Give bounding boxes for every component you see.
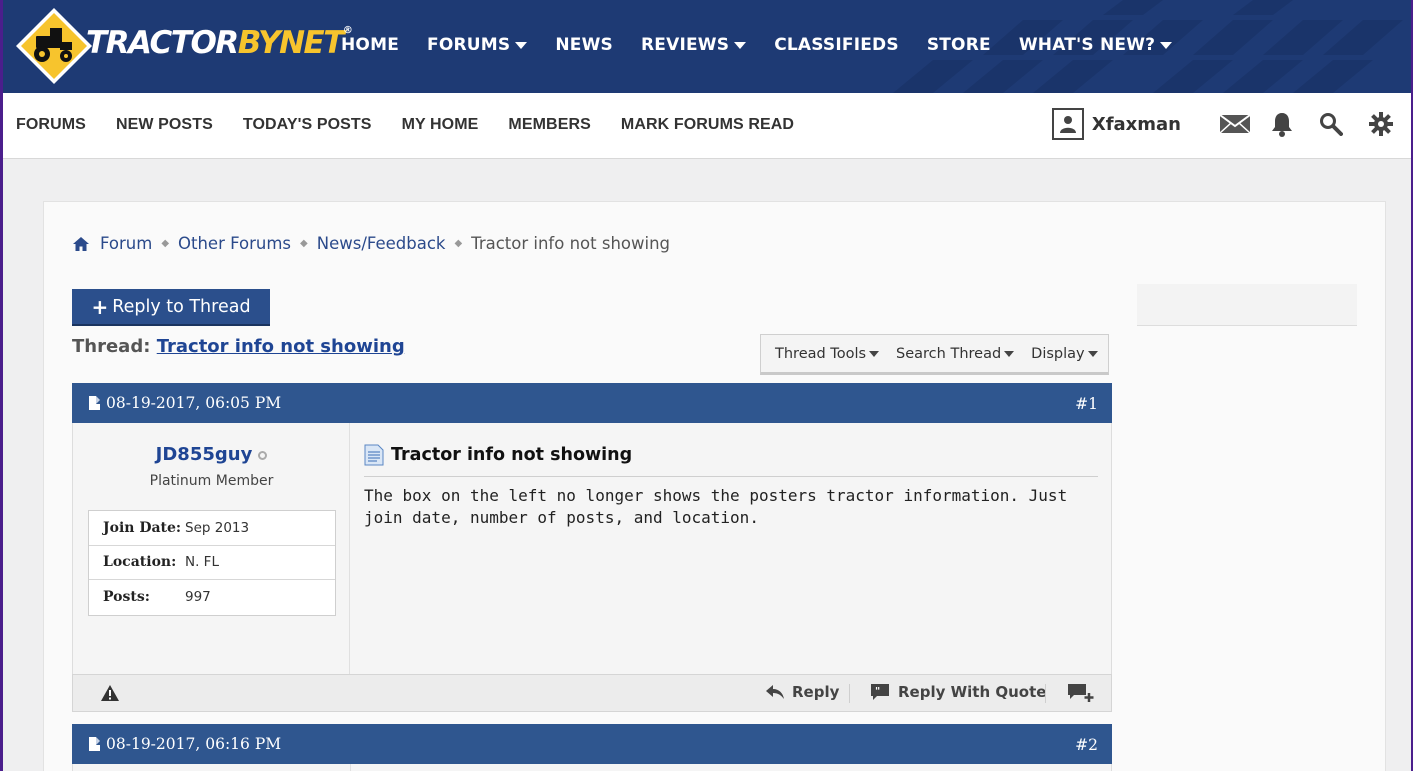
multi-quote-icon[interactable]: [1067, 683, 1095, 707]
post-date: 08-19-2017, 06:05 PM: [106, 394, 282, 412]
offline-status-icon: [258, 450, 268, 460]
nav-reviews[interactable]: REVIEWS: [641, 35, 747, 55]
document-icon: [89, 396, 100, 410]
tractor-logo-icon: [16, 8, 92, 84]
post-header: 08-19-2017, 06:05 PM #1: [72, 383, 1112, 423]
display-dropdown[interactable]: Display: [1031, 346, 1098, 362]
chevron-down-icon: [869, 350, 880, 357]
thread-title: Thread: Tractor info not showing: [72, 336, 405, 357]
search-icon[interactable]: [1319, 112, 1343, 136]
divider: [1045, 684, 1046, 703]
stat-label: Location:: [103, 554, 177, 571]
user-tools: Xfaxman: [1051, 108, 1393, 140]
user-stat-row: Location: N. FL: [89, 546, 335, 580]
divider: [849, 684, 850, 703]
stat-value: N. FL: [185, 554, 219, 571]
stat-value: 997: [185, 589, 211, 606]
nav-whats-new[interactable]: WHAT'S NEW?: [1019, 35, 1173, 55]
post-header: 08-19-2017, 06:16 PM #2: [72, 724, 1112, 764]
plus-icon: +: [91, 294, 109, 319]
post-user-info: JD855guy Platinum Member Join Date: Sep 2…: [73, 423, 350, 674]
bell-icon[interactable]: [1271, 111, 1293, 137]
user-title: Platinum Member: [149, 473, 274, 489]
chevron-down-icon: [734, 41, 747, 49]
nav-news[interactable]: NEWS: [555, 35, 613, 55]
post-number-link[interactable]: #2: [1075, 736, 1098, 754]
document-icon: [89, 737, 100, 751]
subnav-mark-forums-read[interactable]: MARK FORUMS READ: [621, 116, 794, 134]
thread-title-prefix: Thread:: [72, 336, 151, 357]
subnav-new-posts[interactable]: NEW POSTS: [116, 116, 213, 134]
thread-tools-dropdown[interactable]: Thread Tools: [775, 346, 880, 362]
chevron-down-icon: [1087, 350, 1098, 357]
post-text: The box on the left no longer shows the …: [364, 486, 1068, 527]
sidebar-block: [1137, 284, 1357, 326]
breadcrumb: Forum ◆ Other Forums ◆ News/Feedback ◆ T…: [72, 234, 670, 253]
post-body: [72, 764, 1112, 771]
report-post-icon[interactable]: [100, 684, 120, 706]
post-username-link[interactable]: JD855guy: [156, 444, 253, 465]
divider: [364, 476, 1098, 477]
search-thread-dropdown[interactable]: Search Thread: [896, 346, 1015, 362]
chevron-down-icon: [1160, 41, 1173, 49]
reply-with-quote-button[interactable]: " Reply With Quote: [870, 683, 1046, 701]
breadcrumb-current: Tractor info not showing: [471, 234, 671, 253]
quote-icon: ": [871, 684, 889, 700]
reply-to-thread-button[interactable]: + Reply to Thread: [72, 289, 270, 326]
chevron-down-icon: [1004, 350, 1015, 357]
subnav-todays-posts[interactable]: TODAY'S POSTS: [243, 116, 372, 134]
breadcrumb-forum[interactable]: Forum: [100, 234, 152, 253]
post-number-link[interactable]: #1: [1075, 395, 1098, 413]
thread-title-link[interactable]: Tractor info not showing: [157, 336, 405, 357]
main-nav: HOME FORUMS NEWS REVIEWS CLASSIFIEDS STO…: [341, 35, 1200, 55]
site-header: TRACTORBYNET® HOME FORUMS NEWS REVIEWS C…: [0, 0, 1413, 93]
logo-wordmark: TRACTORBYNET®: [86, 25, 353, 61]
breadcrumb-news-feedback[interactable]: News/Feedback: [317, 234, 446, 253]
stat-value: Sep 2013: [185, 519, 250, 536]
user-icon: [1059, 116, 1076, 133]
breadcrumb-separator-icon: ◆: [454, 238, 463, 249]
home-icon[interactable]: [72, 236, 90, 252]
stat-label: Posts:: [103, 589, 150, 606]
subnav-forums[interactable]: FORUMS: [16, 116, 86, 134]
chevron-down-icon: [515, 41, 528, 49]
post-body: JD855guy Platinum Member Join Date: Sep 2…: [72, 423, 1112, 674]
mail-icon[interactable]: [1219, 113, 1251, 135]
subnav-my-home[interactable]: MY HOME: [402, 116, 479, 134]
reply-icon: [766, 685, 784, 699]
divider: [350, 764, 351, 771]
breadcrumb-separator-icon: ◆: [161, 238, 170, 249]
post-date: 08-19-2017, 06:16 PM: [106, 735, 282, 753]
user-stat-row: Posts: 997: [89, 580, 335, 615]
nav-store[interactable]: STORE: [927, 35, 991, 55]
svg-text:": ": [875, 686, 880, 697]
user-stats-table: Join Date: Sep 2013 Location: N. FL Posts:…: [88, 510, 336, 616]
reply-label: Reply: [792, 683, 840, 701]
thread-tools-bar: Thread Tools Search Thread Display: [760, 334, 1109, 375]
stat-label: Join Date:: [103, 519, 182, 536]
forum-subnav: FORUMS NEW POSTS TODAY'S POSTS MY HOME M…: [0, 93, 1413, 159]
window-edge-left: [0, 0, 3, 771]
avatar[interactable]: [1051, 108, 1084, 140]
gear-icon[interactable]: [1369, 112, 1393, 136]
post-title: Tractor info not showing: [391, 445, 633, 465]
post-actions: Reply " Reply With Quote: [72, 674, 1112, 712]
user-stat-row: Join Date: Sep 2013: [89, 511, 335, 546]
site-logo[interactable]: TRACTORBYNET®: [14, 6, 353, 86]
post-document-icon: [364, 444, 384, 466]
nav-home[interactable]: HOME: [341, 35, 399, 55]
nav-classifieds[interactable]: CLASSIFIEDS: [774, 35, 899, 55]
breadcrumb-other-forums[interactable]: Other Forums: [178, 234, 291, 253]
breadcrumb-separator-icon: ◆: [300, 238, 308, 249]
reply-with-quote-label: Reply With Quote: [898, 683, 1047, 701]
reply-to-thread-label: Reply to Thread: [112, 296, 251, 317]
subnav-members[interactable]: MEMBERS: [508, 116, 590, 134]
nav-forums[interactable]: FORUMS: [427, 35, 528, 55]
username-link[interactable]: Xfaxman: [1092, 114, 1181, 135]
reply-button[interactable]: Reply: [765, 683, 839, 701]
